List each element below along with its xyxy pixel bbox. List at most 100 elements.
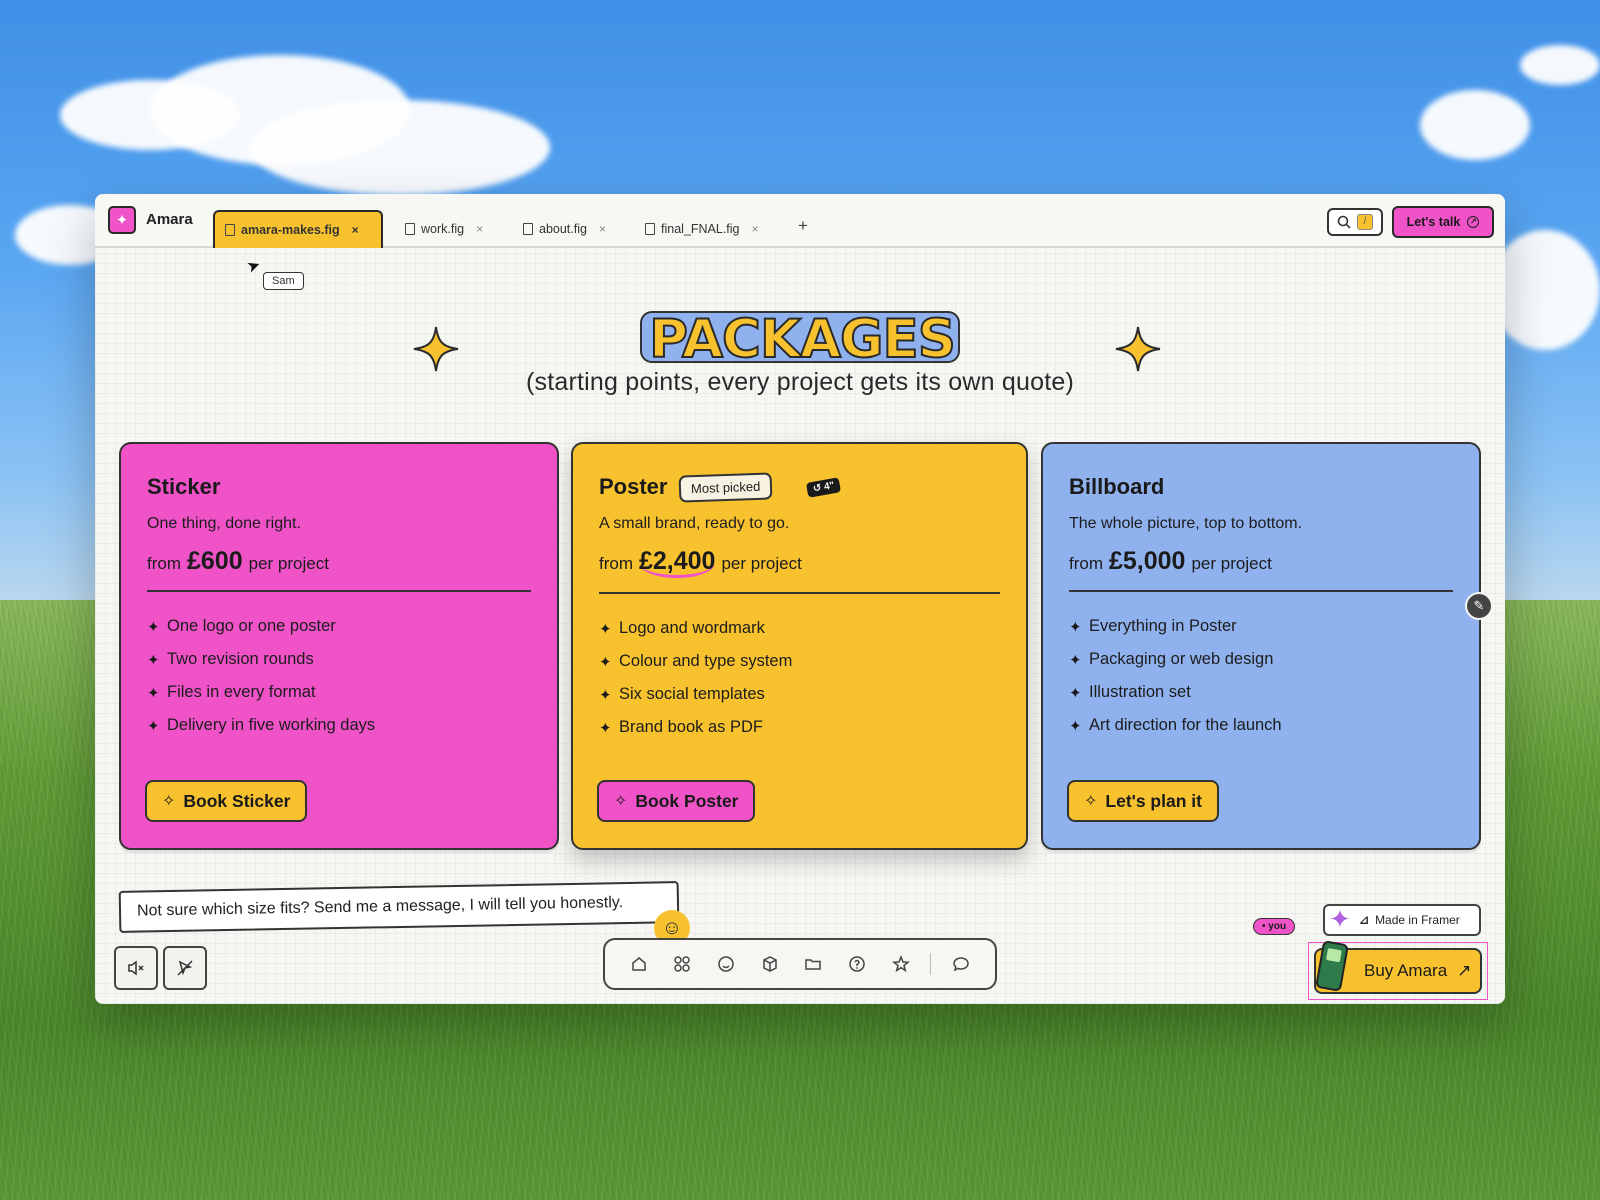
collaborator-name: Sam	[263, 272, 304, 290]
package-name: Poster	[599, 474, 668, 499]
sparkle-bullet-icon: ✦	[147, 684, 160, 702]
divider	[147, 590, 531, 592]
sparkle-icon: ✧	[614, 793, 628, 810]
package-tagline: The whole picture, top to bottom.	[1069, 515, 1303, 532]
cube-icon[interactable]	[756, 950, 784, 978]
sparkle-bullet-icon: ✦	[147, 651, 160, 669]
tab-label: final_FNAL.fig	[661, 222, 740, 236]
file-icon	[523, 223, 533, 235]
sparkle-bullet-icon: ✦	[599, 719, 612, 737]
home-icon[interactable]	[625, 950, 653, 978]
smiley-icon[interactable]	[712, 950, 740, 978]
mute-button[interactable]	[114, 946, 158, 990]
cursor-off-icon	[177, 960, 193, 976]
contact-note: Not sure which size fits? Send me a mess…	[118, 881, 680, 933]
sparkle-bullet-icon: ✦	[1069, 618, 1082, 636]
price-row: from £600 per project	[147, 547, 531, 576]
button-label: Let's plan it	[1105, 790, 1202, 811]
cursor-toggle-button[interactable]	[163, 946, 207, 990]
title-highlight: PACKAGES	[640, 308, 960, 371]
folder-icon[interactable]	[799, 950, 827, 978]
tab-about[interactable]: about.fig ×	[513, 210, 616, 248]
sparkle-icon: ✧	[1084, 793, 1098, 810]
arrow-up-right-icon: ↗	[1457, 961, 1472, 980]
feature-item: ✦ Two revision rounds	[147, 650, 314, 669]
close-tab-icon[interactable]: ×	[752, 222, 759, 236]
package-card-billboard: Billboard The whole picture, top to bott…	[1041, 442, 1481, 850]
price-suffix: per project	[248, 554, 329, 573]
feature-item: ✦ Colour and type system	[599, 652, 793, 671]
sparkle-bullet-icon: ✦	[1069, 651, 1082, 669]
app-window: ✦ Amara amara-makes.fig × work.fig × abo…	[95, 194, 1505, 1004]
bottom-dock	[603, 938, 997, 990]
tab-final-fnal[interactable]: final_FNAL.fig ×	[635, 210, 769, 248]
sparkle-bullet-icon: ✦	[1069, 684, 1082, 702]
close-tab-icon[interactable]: ×	[352, 223, 359, 237]
sparkle-bullet-icon: ✦	[599, 686, 612, 704]
chat-icon[interactable]	[947, 950, 975, 978]
feature-item: ✦ Illustration set	[1069, 683, 1191, 702]
close-tab-icon[interactable]: ×	[476, 222, 483, 236]
price-row: from £5,000 per project	[1069, 547, 1453, 576]
sparkle-bullet-icon: ✦	[147, 618, 160, 636]
feature-item: ✦ Everything in Poster	[1069, 617, 1237, 636]
price-row: from £2,400 per project	[599, 547, 1000, 578]
arrow-circle-icon: ↗	[1467, 216, 1480, 228]
star-outline-icon[interactable]	[887, 950, 915, 978]
package-name: Billboard	[1069, 474, 1165, 499]
lets-talk-button[interactable]: Let's talk ↗	[1392, 206, 1494, 238]
price-prefix: from	[1069, 554, 1103, 573]
feature-item: ✦ Packaging or web design	[1069, 650, 1274, 669]
page-title: PACKAGES	[648, 308, 957, 371]
feature-list: ✦ Everything in Poster ✦ Packaging or web …	[1069, 610, 1453, 742]
speaker-muted-icon	[128, 960, 144, 976]
made-in-framer-label: Made in Framer	[1375, 913, 1460, 927]
sparkle-bullet-icon: ✦	[599, 653, 612, 671]
collaborator-cursor-icon: ➤	[244, 256, 264, 277]
dock-divider	[930, 953, 932, 975]
book-poster-button[interactable]: ✧ Book Poster	[597, 780, 756, 822]
close-tab-icon[interactable]: ×	[599, 222, 606, 236]
feature-item: ✦ Art direction for the launch	[1069, 716, 1282, 735]
feature-item: ✦ Logo and wordmark	[599, 619, 765, 638]
feature-list: ✦ Logo and wordmark ✦ Colour and type syst…	[599, 612, 1000, 744]
price-value: £5,000	[1109, 547, 1186, 575]
feature-item: ✦ Brand book as PDF	[599, 718, 763, 737]
shortcut-key: /	[1357, 214, 1373, 230]
price-suffix: per project	[721, 554, 802, 573]
help-icon[interactable]	[843, 950, 871, 978]
most-picked-badge: Most picked	[679, 471, 774, 503]
sparkle-icon: ✧	[162, 793, 176, 810]
sparkle-bullet-icon: ✦	[599, 620, 612, 638]
divider	[599, 592, 1000, 594]
made-in-framer-badge[interactable]: ✦ ⊿ Made in Framer	[1323, 904, 1481, 936]
lets-plan-it-button[interactable]: ✧ Let's plan it	[1067, 780, 1219, 822]
price-prefix: from	[599, 554, 633, 573]
price-value: £2,400	[639, 547, 716, 578]
price-prefix: from	[147, 554, 181, 573]
tab-amara-makes[interactable]: amara-makes.fig ×	[213, 210, 383, 248]
grid-icon[interactable]	[668, 950, 696, 978]
rotate-chip: ↺ 4"	[805, 476, 842, 498]
page-subtitle: (starting points, every project gets its…	[526, 368, 1074, 396]
search-button[interactable]: /	[1327, 208, 1383, 236]
file-icon	[645, 223, 655, 235]
tab-work[interactable]: work.fig ×	[395, 210, 493, 248]
sparkle-bullet-icon: ✦	[1069, 717, 1082, 735]
buy-label: Buy Amara	[1364, 961, 1448, 980]
add-tab-button[interactable]: +	[798, 216, 808, 236]
feature-item: ✦ Six social templates	[599, 685, 765, 704]
tab-label: work.fig	[421, 222, 465, 236]
search-icon	[1337, 215, 1351, 229]
app-logo-icon: ✦	[108, 206, 136, 234]
book-sticker-button[interactable]: ✧ Book Sticker	[145, 780, 308, 822]
feature-item: ✦ One logo or one poster	[147, 617, 336, 636]
cloud	[1490, 230, 1600, 350]
feature-item: ✦ Files in every format	[147, 683, 316, 702]
cloud	[250, 100, 550, 195]
edit-pencil-icon[interactable]: ✎	[1465, 592, 1493, 620]
lets-talk-label: Let's talk	[1406, 215, 1461, 229]
package-tagline: One thing, done right.	[147, 515, 301, 532]
file-icon	[405, 223, 415, 235]
package-card-sticker: Sticker One thing, done right. from £600…	[119, 442, 559, 850]
